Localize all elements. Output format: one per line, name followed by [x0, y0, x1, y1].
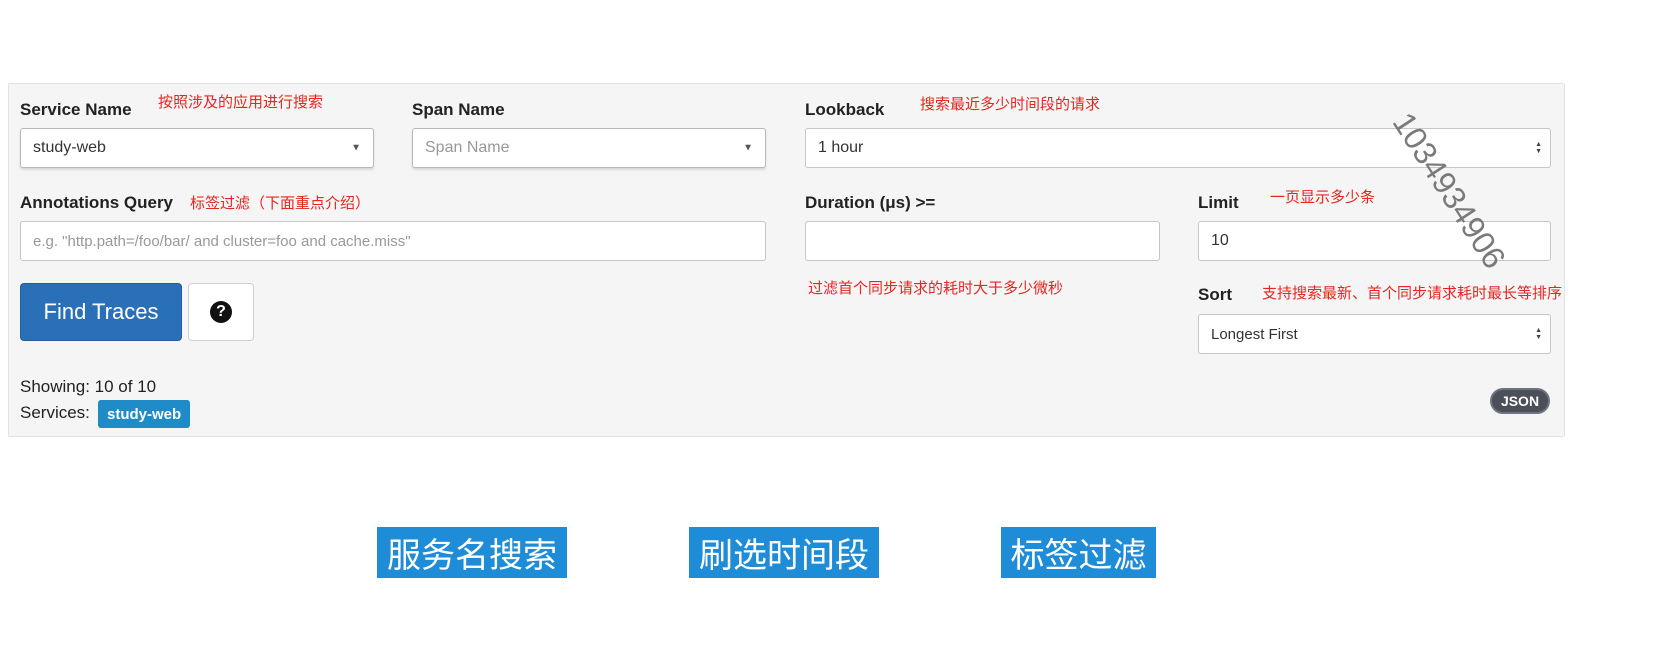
service-name-note: 按照涉及的应用进行搜索 [158, 94, 324, 111]
sort-value: Longest First [1211, 325, 1298, 343]
find-traces-button[interactable]: Find Traces [20, 283, 182, 341]
limit-note: 一页显示多少条 [1270, 189, 1376, 206]
sort-label: Sort [1198, 285, 1232, 304]
results-count: Showing: 10 of 10 [20, 377, 157, 396]
duration-label: Duration (μs) >= [805, 193, 936, 212]
feature-tag-service-search: 服务名搜索 [377, 527, 567, 578]
duration-input[interactable] [805, 221, 1160, 261]
sort-note: 支持搜索最新、首个同步请求耗时最长等排序 [1262, 285, 1563, 302]
span-name-placeholder: Span Name [425, 139, 510, 156]
service-name-label: Service Name [20, 100, 132, 119]
services-label: Services: [20, 403, 90, 422]
lookback-label: Lookback [805, 100, 885, 119]
annotations-query-label: Annotations Query [20, 193, 174, 212]
span-name-label: Span Name [412, 100, 505, 119]
annotations-query-placeholder: e.g. "http.path=/foo/bar/ and cluster=fo… [33, 232, 411, 250]
select-arrows-icon: ▲ ▼ [1535, 141, 1542, 155]
chevron-down-icon: ▼ [743, 142, 753, 154]
service-name-select[interactable]: study-web ▼ [20, 128, 374, 168]
lookback-note: 搜索最近多少时间段的请求 [920, 96, 1101, 113]
select-arrows-icon: ▲ ▼ [1535, 327, 1542, 341]
chevron-down-icon: ▼ [351, 142, 361, 154]
json-button[interactable]: JSON [1490, 388, 1550, 414]
feature-tag-time-range: 刷选时间段 [689, 527, 879, 578]
feature-tag-annotation-filter: 标签过滤 [1001, 527, 1156, 578]
service-badge[interactable]: study-web [98, 400, 191, 428]
annotations-query-input[interactable]: e.g. "http.path=/foo/bar/ and cluster=fo… [20, 221, 766, 261]
duration-note: 过滤首个同步请求的耗时大于多少微秒 [808, 280, 1064, 297]
question-circle-icon: ? [210, 301, 232, 323]
service-name-value: study-web [33, 139, 106, 156]
annotations-query-note: 标签过滤（下面重点介绍） [190, 195, 371, 212]
sort-select[interactable]: Longest First ▲ ▼ [1198, 314, 1551, 354]
limit-label: Limit [1198, 193, 1239, 212]
span-name-select[interactable]: Span Name ▼ [412, 128, 766, 168]
help-button[interactable]: ? [188, 283, 254, 341]
